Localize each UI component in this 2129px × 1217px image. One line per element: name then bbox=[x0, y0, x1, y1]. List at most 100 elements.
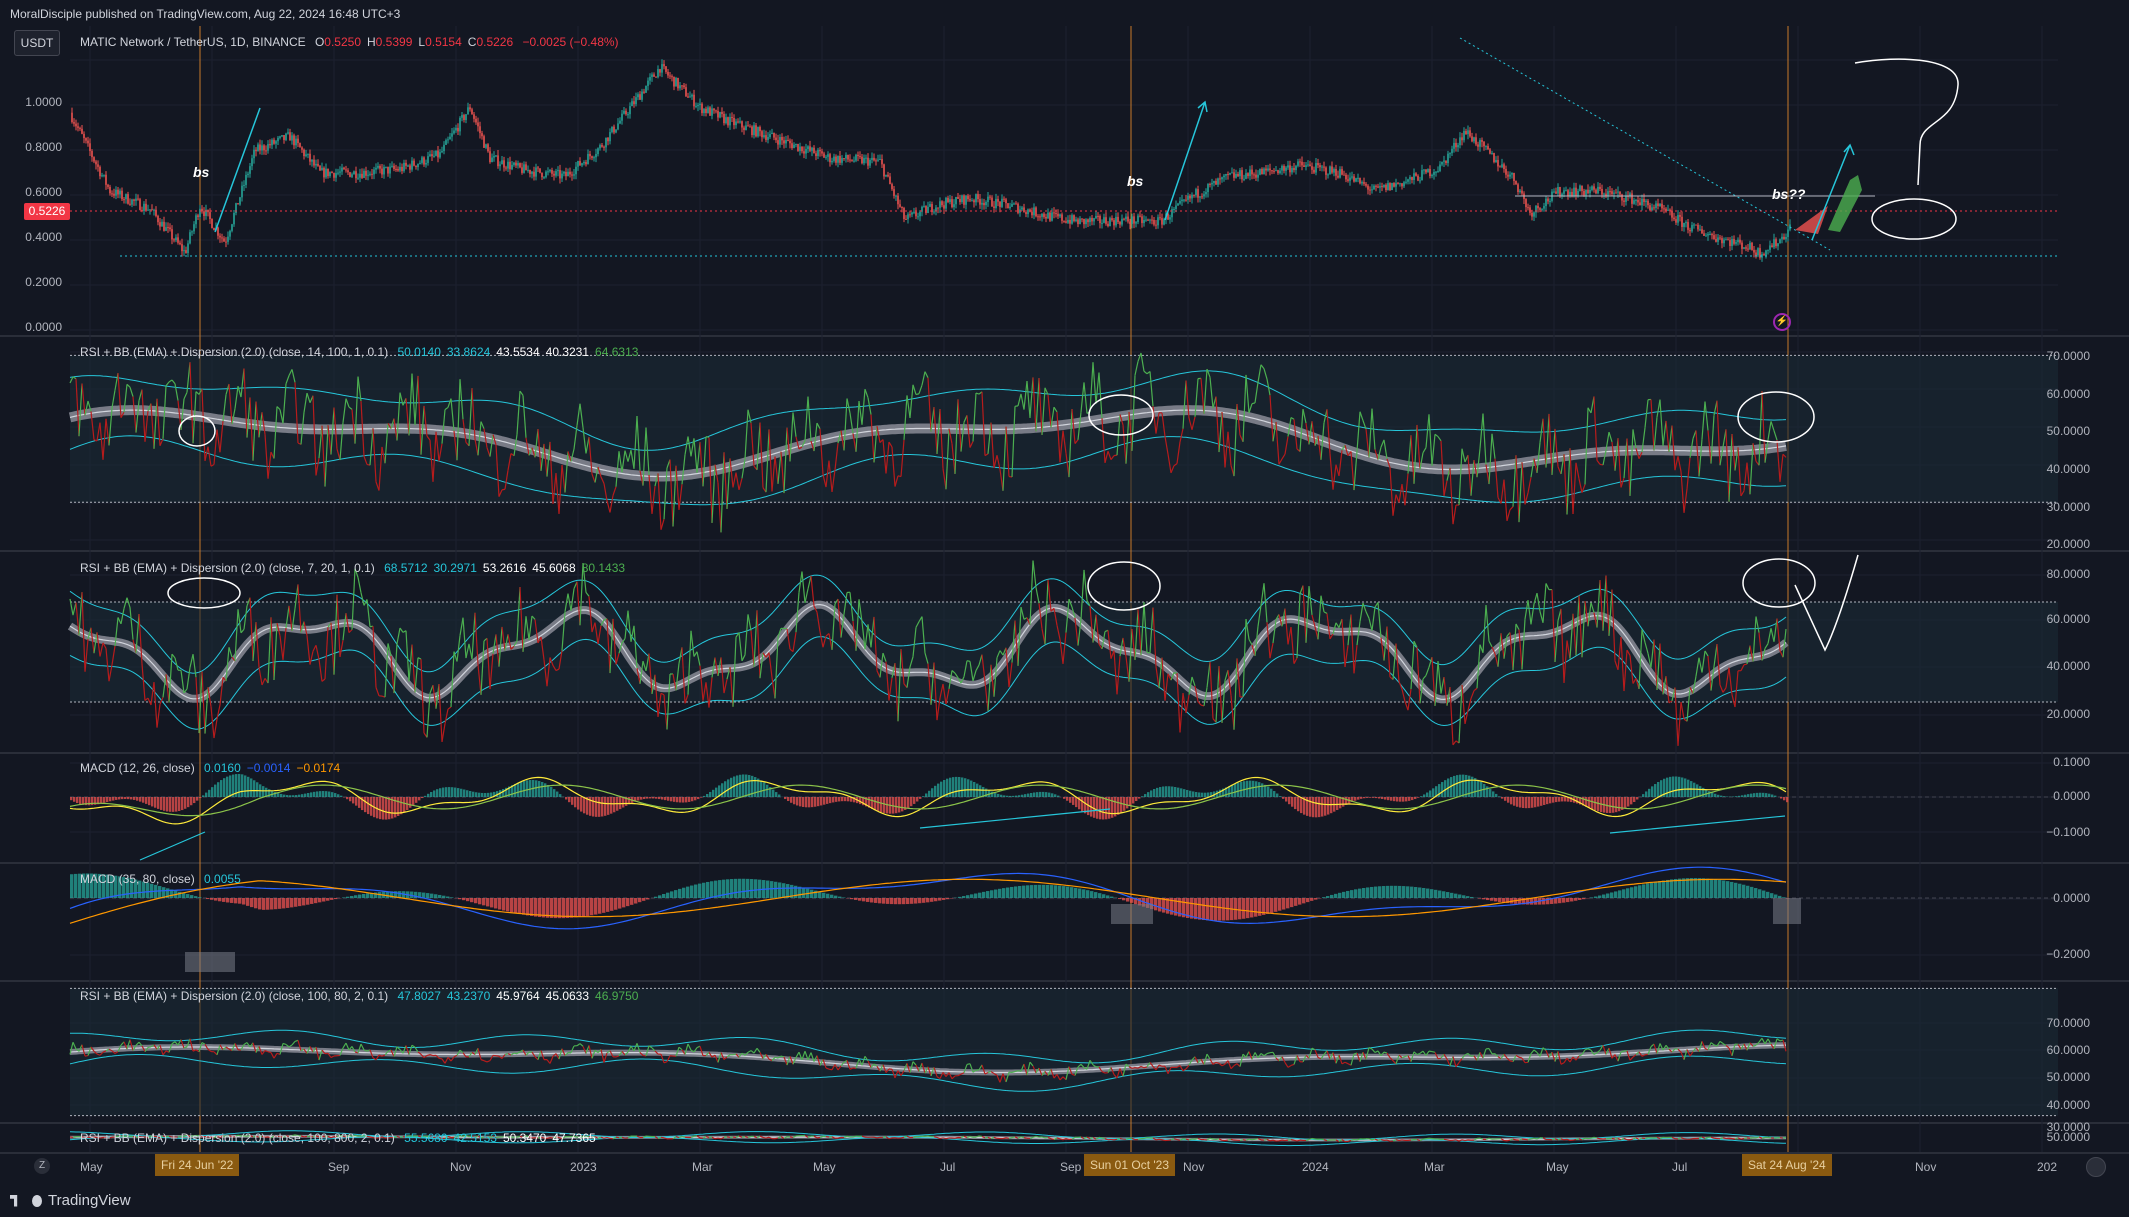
macd-histogram-bar bbox=[622, 898, 626, 908]
candle-body bbox=[191, 231, 193, 233]
macd-histogram-bar bbox=[1300, 797, 1303, 814]
macd-histogram-bar bbox=[654, 896, 658, 898]
candle-body bbox=[1319, 165, 1321, 168]
candle-body bbox=[993, 206, 995, 208]
macd-histogram-bar bbox=[442, 787, 445, 797]
macd-histogram-bar bbox=[1006, 887, 1010, 898]
macd-histogram-bar bbox=[194, 896, 198, 898]
candle-body bbox=[1301, 161, 1303, 166]
candle-body bbox=[367, 174, 369, 176]
candle-body bbox=[699, 103, 701, 106]
macd-histogram-bar bbox=[322, 898, 326, 902]
candle-body bbox=[645, 85, 647, 93]
candle-body bbox=[1497, 160, 1499, 167]
macd-histogram-bar bbox=[1783, 797, 1786, 801]
candle-body bbox=[1083, 218, 1085, 225]
macd-histogram-bar bbox=[1486, 898, 1490, 901]
macd-histogram-bar bbox=[1066, 797, 1069, 801]
macd-histogram-bar bbox=[1057, 795, 1060, 797]
macd-histogram-bar bbox=[1198, 898, 1202, 920]
macd-histogram-bar bbox=[1118, 898, 1122, 900]
macd-histogram-bar bbox=[1675, 776, 1678, 797]
macd-histogram-bar bbox=[614, 898, 618, 910]
candle-body bbox=[1499, 166, 1501, 168]
rsi-segment bbox=[1134, 1067, 1139, 1069]
macd-histogram-bar bbox=[1780, 797, 1783, 799]
macd-histogram-bar bbox=[234, 898, 238, 904]
macd-histogram-bar bbox=[1189, 790, 1192, 797]
macd-histogram-bar bbox=[913, 797, 916, 804]
macd-histogram-bar bbox=[1516, 797, 1519, 807]
candle-body bbox=[795, 144, 797, 146]
candle-body bbox=[533, 171, 535, 177]
candle-body bbox=[1175, 205, 1177, 209]
candle-body bbox=[1605, 193, 1607, 196]
rsi-segment bbox=[1185, 1138, 1190, 1141]
macd-histogram-bar bbox=[208, 789, 211, 797]
macd-histogram-bar bbox=[1042, 791, 1045, 797]
macd-histogram-bar bbox=[445, 787, 448, 797]
macd-histogram-bar bbox=[1714, 879, 1718, 898]
candle-body bbox=[1195, 189, 1197, 196]
candle-body bbox=[1037, 216, 1039, 218]
candle-body bbox=[277, 137, 279, 142]
macd-histogram-bar bbox=[898, 797, 901, 813]
macd-histogram-bar bbox=[1072, 797, 1075, 805]
candle-body bbox=[603, 146, 605, 148]
macd-histogram-bar bbox=[838, 896, 842, 898]
candle-body bbox=[1455, 142, 1457, 148]
macd-histogram-bar bbox=[514, 783, 517, 797]
macd-histogram-bar bbox=[154, 797, 157, 808]
candle-body bbox=[613, 126, 615, 133]
candle-body bbox=[753, 125, 755, 136]
macd-histogram-bar bbox=[775, 792, 778, 797]
macd-histogram-bar bbox=[870, 898, 874, 903]
candle-body bbox=[1217, 178, 1219, 185]
candle-body bbox=[741, 121, 743, 128]
macd-histogram-bar bbox=[526, 898, 530, 916]
macd-histogram-bar bbox=[190, 895, 194, 898]
candle-body bbox=[249, 166, 251, 174]
macd-histogram-bar bbox=[498, 898, 502, 910]
macd-histogram-bar bbox=[1334, 893, 1338, 898]
candle-body bbox=[569, 171, 571, 175]
candle-body bbox=[1491, 152, 1493, 154]
candle-body bbox=[499, 164, 501, 167]
candle-body bbox=[79, 127, 81, 129]
macd-histogram-bar bbox=[1081, 797, 1084, 812]
candle-body bbox=[571, 174, 573, 176]
macd-histogram-bar bbox=[1018, 886, 1022, 898]
candle-body bbox=[297, 138, 299, 144]
candle-body bbox=[287, 132, 289, 134]
macd-histogram-bar bbox=[714, 880, 718, 898]
candle-body bbox=[1693, 224, 1695, 226]
macd-histogram-bar bbox=[694, 797, 697, 801]
candle-body bbox=[1435, 171, 1437, 173]
macd-histogram-bar bbox=[1711, 792, 1714, 797]
candle-body bbox=[1155, 224, 1157, 226]
macd-histogram-bar bbox=[121, 797, 124, 800]
macd-histogram-bar bbox=[478, 898, 482, 905]
candle-body bbox=[1079, 218, 1081, 225]
candle-body bbox=[1205, 192, 1207, 195]
macd-histogram-bar bbox=[462, 898, 466, 901]
macd-histogram-bar bbox=[1720, 795, 1723, 797]
candle-body bbox=[283, 135, 285, 140]
macd-histogram-bar bbox=[490, 792, 493, 797]
candle-body bbox=[1779, 239, 1781, 244]
candle-body bbox=[815, 153, 817, 157]
candle-body bbox=[1015, 203, 1017, 205]
macd-histogram-bar bbox=[362, 893, 366, 898]
macd-histogram-bar bbox=[1614, 891, 1618, 898]
candle-body bbox=[81, 128, 83, 134]
candle-body bbox=[1115, 216, 1117, 226]
candle-body bbox=[1563, 190, 1565, 194]
candle-body bbox=[343, 167, 345, 170]
candle-body bbox=[509, 161, 511, 170]
candle-body bbox=[1537, 205, 1539, 209]
candle-body bbox=[575, 166, 577, 175]
macd-histogram-bar bbox=[802, 797, 805, 807]
candle-body bbox=[783, 140, 785, 144]
candle-body bbox=[799, 146, 801, 151]
macd-histogram-bar bbox=[210, 898, 214, 900]
